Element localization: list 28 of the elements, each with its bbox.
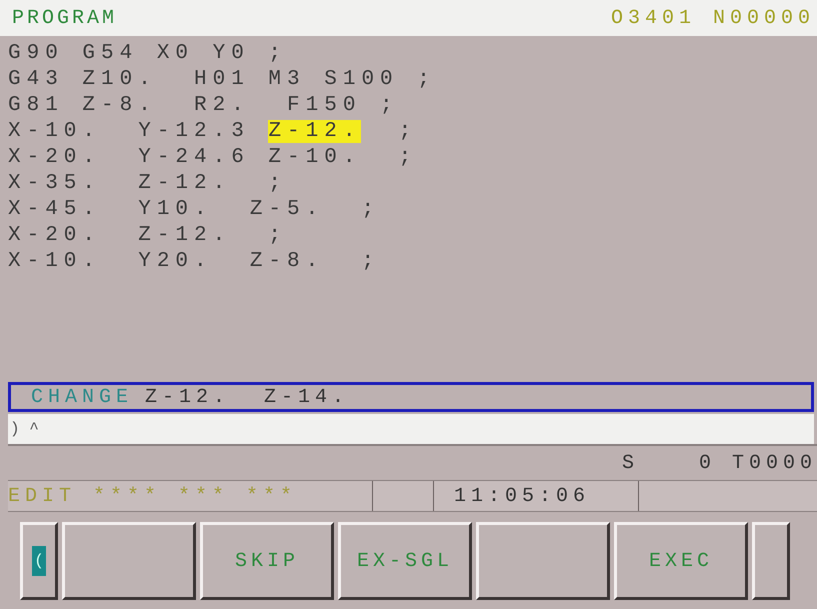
program-line: G90 G54 X0 Y0 ; <box>8 42 288 64</box>
program-line: X-20. Y-24.6 Z-10. ; <box>8 146 418 168</box>
spindle-value: 0 <box>698 452 716 474</box>
softkey[interactable]: EX-SGL <box>338 522 472 600</box>
program-line: G43 Z10. H01 M3 S100 ; <box>8 68 436 90</box>
prev-softkey[interactable]: ( <box>20 522 58 600</box>
mode-indicator: EDIT **** *** *** <box>8 484 298 508</box>
program-line: G81 Z-8. R2. F150 ; <box>8 94 399 116</box>
clock-time: 11:05:06 <box>453 484 590 508</box>
softkey[interactable]: SKIP <box>200 522 334 600</box>
program-text: ; <box>398 120 418 142</box>
next-softkey[interactable] <box>752 522 790 600</box>
input-field[interactable]: ) ^ <box>8 414 814 444</box>
tool-number: T0000 <box>732 452 817 474</box>
program-line: X-10. Y20. Z-8. ; <box>8 250 380 272</box>
program-number: O3401 N00000 <box>610 6 815 30</box>
softkey[interactable] <box>62 522 196 600</box>
program-text: X-10. Y-12.3 <box>8 120 251 142</box>
change-label: CHANGE <box>31 386 134 408</box>
program-line: X-35. Z-12. ; <box>8 172 288 194</box>
program-line: X-20. Z-12. ; <box>8 224 288 246</box>
spindle-label: S <box>622 452 639 474</box>
softkey[interactable] <box>476 522 610 600</box>
screen-title: PROGRAM <box>12 6 118 30</box>
cursor-highlight: Z-12. <box>268 120 362 142</box>
change-value: Z-12. Z-14. <box>145 386 350 408</box>
program-line: X-45. Y10. Z-5. ; <box>8 198 380 220</box>
softkey[interactable]: EXEC <box>614 522 748 600</box>
